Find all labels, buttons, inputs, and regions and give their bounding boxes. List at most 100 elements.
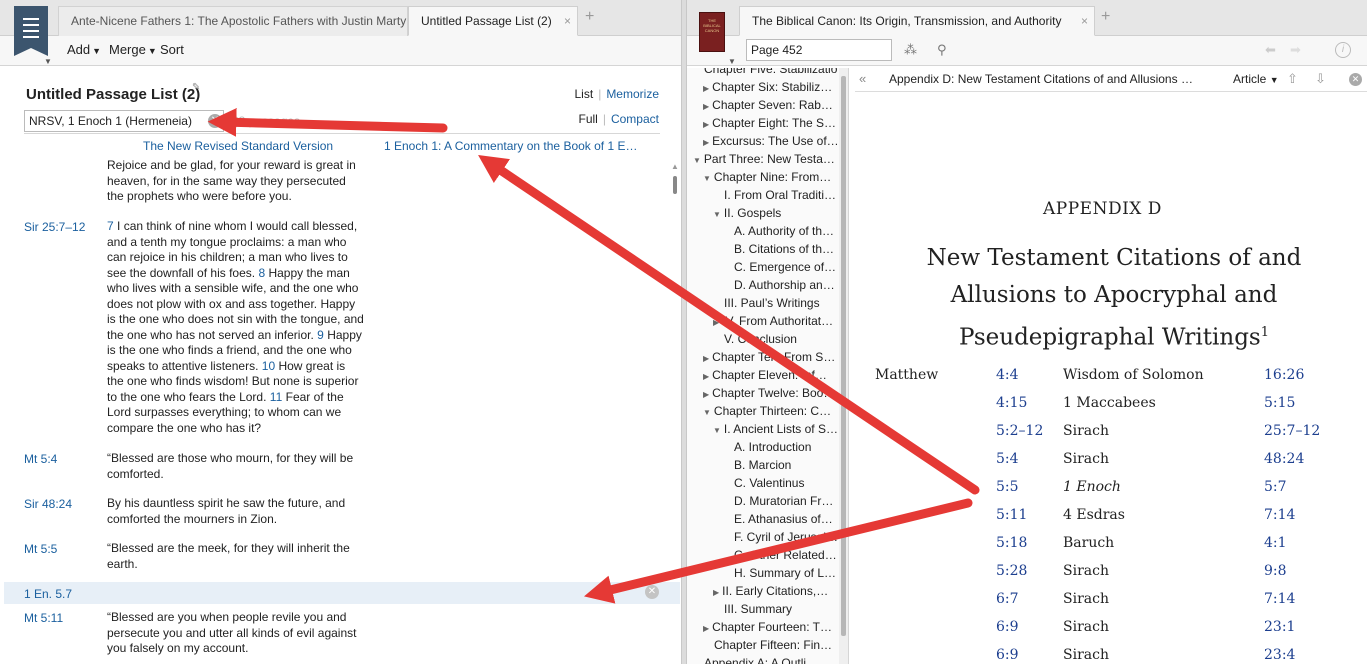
page-title[interactable]: Untitled Passage List (2) bbox=[26, 86, 200, 103]
citation-loc-link[interactable]: 5:7 bbox=[1264, 479, 1287, 495]
toc-item[interactable]: ▶ Excursus: The Use of… bbox=[703, 134, 839, 148]
collapse-triangle-icon[interactable]: ▼ bbox=[713, 426, 721, 435]
toc-item[interactable]: ▶ Chapter Six: Stabiliz… bbox=[703, 80, 832, 94]
expand-triangle-icon[interactable]: ▶ bbox=[703, 390, 709, 399]
expand-triangle-icon[interactable]: ▶ bbox=[713, 588, 719, 597]
toc-item[interactable]: III. Summary bbox=[724, 602, 792, 616]
collapse-triangle-icon[interactable]: ▼ bbox=[703, 408, 711, 417]
collapse-triangle-icon[interactable]: ▼ bbox=[703, 174, 711, 183]
list-view-button[interactable]: List bbox=[575, 87, 594, 101]
toc-item[interactable]: I. From Oral Traditi… bbox=[724, 188, 836, 202]
toc-item[interactable]: E. Athanasius of… bbox=[734, 512, 833, 526]
chevron-down-icon[interactable]: ▼ bbox=[44, 57, 52, 66]
passage-ref-link[interactable]: Mt 5:5 bbox=[24, 542, 57, 556]
toc-item[interactable]: ▶ II. Early Citations,… bbox=[713, 584, 828, 598]
merge-menu-button[interactable]: Merge ▼ bbox=[109, 42, 157, 57]
toc-item[interactable]: Chapter Fifteen: Fin… bbox=[714, 638, 832, 652]
scroll-up-icon[interactable]: ▲ bbox=[671, 162, 679, 171]
citation-ref-link[interactable]: 6:9 bbox=[996, 647, 1019, 663]
column-header-1-enoch[interactable]: 1 Enoch 1: A Commentary on the Book of 1… bbox=[384, 139, 637, 153]
expand-triangle-icon[interactable]: ▶ bbox=[703, 354, 709, 363]
search-icon[interactable]: ⚲ bbox=[937, 42, 947, 58]
citation-loc-link[interactable]: 23:1 bbox=[1264, 619, 1295, 635]
toc-item[interactable]: ▼ Chapter Thirteen: C… bbox=[703, 404, 831, 418]
verse-number[interactable]: 9 bbox=[317, 328, 324, 342]
citation-loc-link[interactable]: 5:15 bbox=[1264, 395, 1295, 411]
toc-scrollbar-thumb[interactable] bbox=[841, 76, 846, 636]
column-header-nrsv[interactable]: The New Revised Standard Version bbox=[143, 139, 333, 153]
citation-ref-link[interactable]: 5:4 bbox=[996, 451, 1019, 467]
add-menu-button[interactable]: Add ▼ bbox=[67, 42, 101, 57]
article-menu-button[interactable]: Article ▼ bbox=[1233, 72, 1279, 86]
passage-search-input[interactable]: NRSV, 1 Enoch 1 (Hermeneia) bbox=[24, 110, 224, 132]
citation-ref-link[interactable]: 5:28 bbox=[996, 563, 1027, 579]
reference-input[interactable]: Page 452 bbox=[746, 39, 892, 61]
toc-item[interactable]: ▶ IV. From Authoritat… bbox=[713, 314, 833, 328]
toc-item[interactable]: A. Introduction bbox=[734, 440, 811, 454]
expand-triangle-icon[interactable]: ▶ bbox=[703, 120, 709, 129]
close-tab-icon[interactable]: × bbox=[1081, 7, 1088, 35]
citation-loc-link[interactable]: 16:26 bbox=[1264, 367, 1304, 383]
toc-item[interactable]: A. Authority of th… bbox=[734, 224, 834, 238]
collapse-triangle-icon[interactable]: ▼ bbox=[693, 156, 701, 165]
expand-triangle-icon[interactable]: ▶ bbox=[703, 84, 709, 93]
citation-loc-link[interactable]: 4:1 bbox=[1264, 535, 1287, 551]
passage-ref-link[interactable]: Sir 25:7–12 bbox=[24, 220, 85, 234]
passage-ref-link[interactable]: 1 En. 5.7 bbox=[24, 587, 72, 601]
chevron-down-icon[interactable]: ▼ bbox=[728, 57, 736, 66]
book-cover-icon[interactable]: THE BIBLICAL CANON bbox=[699, 12, 725, 52]
citation-loc-link[interactable]: 23:4 bbox=[1264, 647, 1295, 663]
toc-item[interactable]: ▶ Chapter Eleven: Inf… bbox=[703, 368, 827, 382]
citation-ref-link[interactable]: 6:7 bbox=[996, 591, 1019, 607]
citation-ref-link[interactable]: 5:5 bbox=[996, 479, 1019, 495]
expand-triangle-icon[interactable]: ▶ bbox=[703, 102, 709, 111]
toc-item[interactable]: ▼ Part Three: New Testa… bbox=[693, 152, 835, 166]
toc-item[interactable]: ▶ Chapter Ten: From S… bbox=[703, 350, 835, 364]
toc-item[interactable]: D. Authorship an… bbox=[734, 278, 835, 292]
expand-triangle-icon[interactable]: ▶ bbox=[703, 138, 709, 147]
memorize-button[interactable]: Memorize bbox=[606, 87, 659, 101]
citation-ref-link[interactable]: 4:4 bbox=[996, 367, 1019, 383]
footnote-marker[interactable]: 1 bbox=[1261, 325, 1269, 340]
back-arrow-icon[interactable]: ⬅ bbox=[1265, 42, 1276, 58]
article-title[interactable]: Appendix D: New Testament Citations of a… bbox=[889, 72, 1193, 86]
toc-item[interactable]: B. Citations of th… bbox=[734, 242, 834, 256]
citation-ref-link[interactable]: 5:2–12 bbox=[996, 423, 1043, 439]
citation-ref-link[interactable]: 5:11 bbox=[996, 507, 1027, 523]
toc-item[interactable]: F. Cyril of Jerusal… bbox=[734, 530, 838, 544]
passage-ref-link[interactable]: Mt 5:4 bbox=[24, 452, 57, 466]
toc-item[interactable]: III. Paul’s Writings bbox=[724, 296, 820, 310]
table-row-selected[interactable] bbox=[4, 582, 680, 604]
collapse-toc-icon[interactable]: « bbox=[859, 71, 866, 86]
expand-triangle-icon[interactable]: ▶ bbox=[713, 318, 719, 327]
toc-item[interactable]: ▶ Chapter Seven: Rab… bbox=[703, 98, 833, 112]
forward-arrow-icon[interactable]: ➡ bbox=[1290, 42, 1301, 58]
passage-ref-link[interactable]: Mt 5:11 bbox=[24, 611, 63, 625]
citation-loc-link[interactable]: 7:14 bbox=[1264, 591, 1295, 607]
toc-item[interactable]: C. Valentinus bbox=[734, 476, 804, 490]
tab-untitled-passage-list[interactable]: Untitled Passage List (2) × bbox=[408, 6, 578, 36]
citation-loc-link[interactable]: 7:14 bbox=[1264, 507, 1295, 523]
toc-item[interactable]: D. Muratorian Fr… bbox=[734, 494, 833, 508]
toc-item[interactable]: Chapter Five: Stabilizatio… bbox=[704, 68, 848, 76]
citation-loc-link[interactable]: 48:24 bbox=[1264, 451, 1304, 467]
close-article-icon[interactable]: ✕ bbox=[1349, 73, 1362, 86]
tab-biblical-canon[interactable]: The Biblical Canon: Its Origin, Transmis… bbox=[739, 6, 1095, 36]
collapse-triangle-icon[interactable]: ▼ bbox=[713, 210, 721, 219]
edit-pencil-icon[interactable]: ✎ bbox=[192, 82, 200, 93]
citation-ref-link[interactable]: 5:18 bbox=[996, 535, 1027, 551]
toc-item[interactable]: C. Emergence of… bbox=[734, 260, 836, 274]
toc-item[interactable]: ▶ Chapter Fourteen: T… bbox=[703, 620, 832, 634]
arrow-down-icon[interactable]: ⇩ bbox=[1315, 71, 1326, 87]
toc-item[interactable]: H. Summary of L… bbox=[734, 566, 836, 580]
close-tab-icon[interactable]: × bbox=[564, 7, 571, 35]
tab-ante-nicene-fathers[interactable]: Ante-Nicene Fathers 1: The Apostolic Fat… bbox=[58, 6, 408, 36]
verse-number[interactable]: 8 bbox=[258, 266, 265, 280]
expand-triangle-icon[interactable]: ▶ bbox=[703, 624, 709, 633]
scrollbar-thumb[interactable] bbox=[673, 176, 677, 194]
toc-item[interactable]: ▶ Chapter Twelve: Boo… bbox=[703, 386, 835, 400]
compact-view-button[interactable]: Compact bbox=[611, 112, 659, 126]
verse-number[interactable]: 10 bbox=[262, 359, 275, 373]
remove-row-icon[interactable]: ✕ bbox=[645, 585, 659, 599]
toc-item[interactable]: V. Conclusion bbox=[724, 332, 797, 346]
